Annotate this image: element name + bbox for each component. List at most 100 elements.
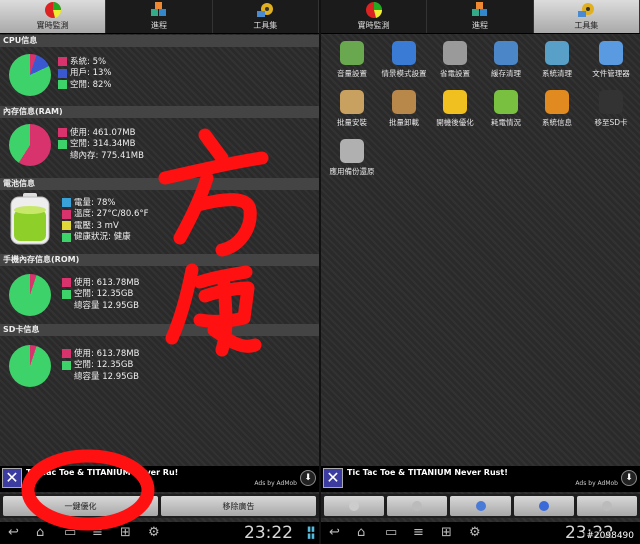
tool-item[interactable]: 耗電情況 [479, 90, 533, 128]
tab-realtime-monitor[interactable]: 實時監測 [321, 0, 428, 33]
tab-bar: 實時監測 進程 工具集 [321, 0, 640, 34]
cpu-pie-chart [9, 54, 51, 96]
swatch [58, 80, 67, 90]
ram-used: 使用: 461.07MB [70, 127, 136, 138]
tab-processes[interactable]: 進程 [106, 0, 213, 33]
swatch [62, 349, 71, 359]
tool-icon [340, 90, 364, 114]
sd-total: 總容量 12.95GB [74, 371, 139, 382]
rom-total: 總容量 12.95GB [74, 300, 139, 311]
airplane-icon [601, 501, 612, 511]
tool-item[interactable]: 系統信息 [530, 90, 584, 128]
sync-toggle[interactable] [450, 496, 511, 516]
gear-icon [578, 3, 595, 17]
tab-label: 實時監測 [357, 21, 390, 30]
ad-banner[interactable]: ✕ Tic Tac Toe & TITANIUM Never Ru! Ads b… [0, 466, 319, 492]
rom-legend: 使用: 613.78MB 空閒: 12.35GB 總容量 12.95GB [62, 277, 139, 312]
menu-icon[interactable]: ≡ [92, 526, 103, 540]
cpu-section-header: CPU信息 [0, 35, 319, 47]
settings-icon[interactable]: ⚙ [469, 526, 481, 540]
tool-item[interactable]: 文件管理器 [584, 41, 638, 79]
legend-row: 用戶: 13% [58, 68, 111, 80]
battery-icon [10, 193, 50, 245]
sd-used: 使用: 613.78MB [74, 348, 140, 359]
tab-label: 進程 [150, 21, 167, 30]
tool-item[interactable]: 情景模式設置 [377, 41, 431, 79]
swatch [62, 232, 71, 242]
lock-toggle[interactable] [387, 496, 448, 516]
tool-item[interactable]: 移至SD卡 [584, 90, 638, 128]
rom-used: 使用: 613.78MB [74, 277, 140, 288]
tab-toolkit[interactable]: 工具集 [533, 0, 640, 33]
cpu-legend: 系統: 5% 用戶: 13% 空閒: 82% [58, 56, 111, 91]
tool-icon [340, 139, 364, 163]
sd-free: 空閒: 12.35GB [74, 360, 134, 371]
cpu-system: 系統: 5% [70, 56, 107, 67]
tool-item[interactable]: 系統清理 [530, 41, 584, 79]
tab-toolkit[interactable]: 工具集 [213, 0, 319, 33]
tool-item[interactable]: 音量設置 [325, 41, 379, 79]
cpu-user: 用戶: 13% [70, 68, 112, 79]
swatch [62, 360, 71, 370]
swatch [62, 209, 71, 219]
tool-item[interactable]: 開機後優化 [428, 90, 482, 128]
recent-apps-icon[interactable]: ▭ [64, 526, 76, 540]
swatch [58, 57, 67, 67]
download-icon[interactable]: ⬇ [621, 470, 637, 486]
ad-source: Ads by AdMob [254, 480, 297, 487]
menu-icon[interactable]: ≡ [413, 526, 424, 540]
one-click-optimize-button[interactable]: 一鍵優化 [3, 496, 158, 516]
tab-label: 工具集 [253, 21, 278, 30]
bluetooth-toggle[interactable] [324, 496, 385, 516]
tool-icon [494, 41, 518, 65]
ad-banner[interactable]: ✕ Tic Tac Toe & TITANIUM Never Rust! Ads… [321, 466, 640, 492]
pie-chart-icon [365, 2, 382, 18]
tool-icon [545, 41, 569, 65]
tool-label: 文件管理器 [592, 69, 630, 78]
ram-total: 總內存: 775.41MB [70, 150, 144, 161]
clock: 23:22 [244, 523, 293, 543]
rom-pie-chart [9, 274, 51, 316]
sd-legend: 使用: 613.78MB 空閒: 12.35GB 總容量 12.95GB [62, 348, 139, 383]
tool-icon [392, 90, 416, 114]
airplane-toggle[interactable] [576, 496, 638, 516]
tab-realtime-monitor[interactable]: 實時監測 [0, 0, 107, 33]
action-bar [321, 494, 640, 518]
screenshot-icon[interactable]: ⊞ [441, 526, 452, 540]
tool-item[interactable]: 批量卸載 [377, 90, 431, 128]
tool-icon [443, 90, 467, 114]
back-icon[interactable]: ↩ [329, 526, 340, 540]
home-icon[interactable]: ⌂ [357, 526, 365, 540]
swatch [62, 221, 71, 231]
tool-item[interactable]: 省電設置 [428, 41, 482, 79]
home-icon[interactable]: ⌂ [36, 526, 44, 540]
close-icon[interactable]: ✕ [323, 468, 343, 488]
remove-ads-button[interactable]: 移除廣告 [161, 496, 316, 516]
tool-label: 耗電情況 [491, 118, 521, 127]
rom-free: 空閒: 12.35GB [74, 289, 134, 300]
ad-text: Tic Tac Toe & TITANIUM Never Rust! [347, 468, 508, 477]
watermark: #2098490 [584, 531, 636, 541]
tool-item[interactable]: 批量安裝 [325, 90, 379, 128]
tool-item[interactable]: 緩存清理 [479, 41, 533, 79]
tool-label: 開機後優化 [436, 118, 474, 127]
right-screenshot: 實時監測 進程 工具集 音量設置 情景模式設置 省電設置 緩存清理 系統清理 文件管理器批… [321, 0, 640, 544]
ram-free: 空閒: 314.34MB [70, 139, 136, 150]
download-icon[interactable]: ⬇ [300, 470, 316, 486]
close-icon[interactable]: ✕ [2, 468, 22, 488]
tool-icon [392, 41, 416, 65]
tool-label: 省電設置 [440, 69, 470, 78]
cpu-idle: 空閒: 82% [70, 79, 112, 90]
action-bar: 一鍵優化 移除廣告 [0, 494, 319, 518]
screenshot-icon[interactable]: ⊞ [120, 526, 131, 540]
back-icon[interactable]: ↩ [8, 526, 19, 540]
tool-label: 批量卸載 [389, 118, 419, 127]
tab-processes[interactable]: 進程 [427, 0, 534, 33]
recent-apps-icon[interactable]: ▭ [385, 526, 397, 540]
tool-item[interactable]: 應用備份還原 [325, 139, 379, 177]
settings-icon[interactable]: ⚙ [148, 526, 160, 540]
battery-section-header: 電池信息 [0, 178, 319, 190]
ad-text: Tic Tac Toe & TITANIUM Never Ru! [26, 468, 179, 477]
tool-label: 緩存清理 [491, 69, 521, 78]
gps-toggle[interactable] [513, 496, 574, 516]
